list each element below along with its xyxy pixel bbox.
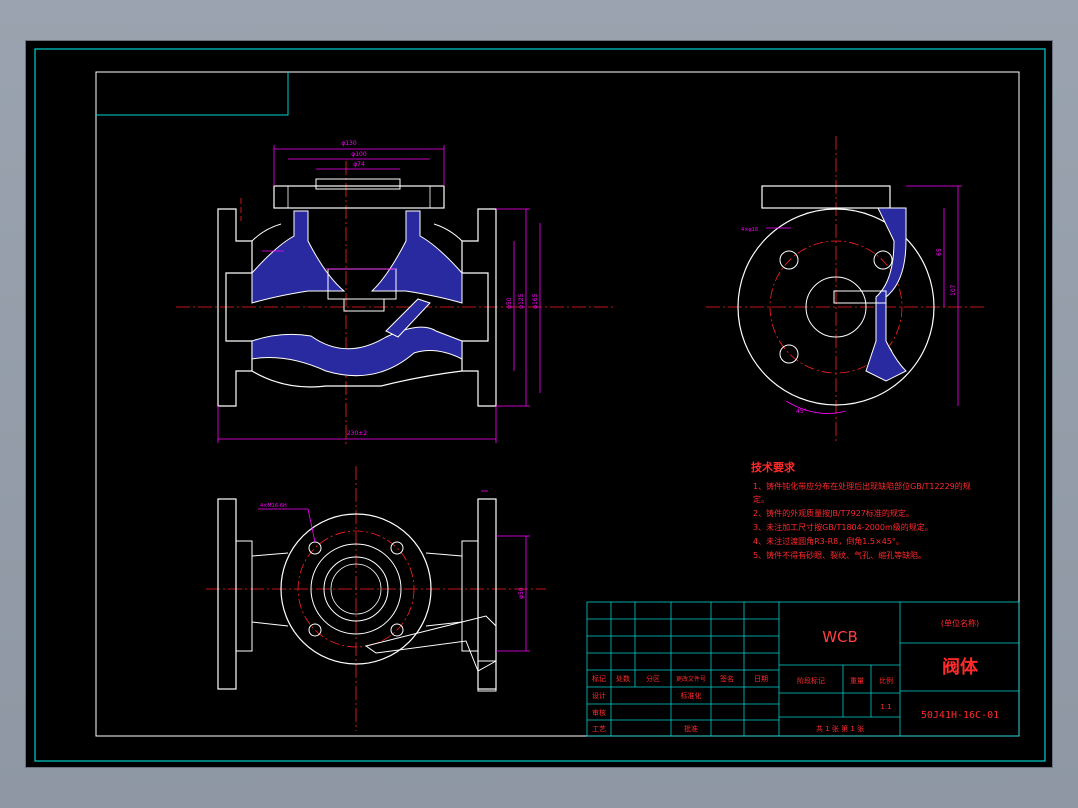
signature-header: 签名	[720, 674, 734, 683]
standardize-header: 标准化	[681, 691, 702, 700]
design-header: 设计	[592, 691, 606, 700]
dim-flange-dia: φ165	[532, 293, 539, 309]
title-block-text: WCB (单位名称) 阀体 50J41H-16C-01 共 1 张 第 1 张 …	[592, 618, 999, 733]
unit-name-label: (单位名称)	[941, 618, 979, 628]
dim-side-height: 65	[936, 248, 943, 256]
dim-top-2: φ100	[351, 151, 367, 158]
zone-header: 分区	[646, 674, 660, 683]
approve-header: 批准	[684, 724, 698, 733]
dim-overall-length: 230±2	[347, 430, 367, 437]
weight-label: 重量	[850, 677, 864, 685]
notes-title: 技术要求	[751, 460, 796, 474]
note-line-5: 4、未注过渡圆角R3-R8，倒角1.5×45°。	[753, 536, 904, 546]
plan-view: 4×M16-6H φ50	[206, 466, 546, 731]
process-header: 工艺	[592, 725, 606, 733]
part-name-label: 阀体	[942, 656, 979, 678]
label-box	[96, 72, 289, 116]
scale-label: 比例	[879, 676, 893, 685]
change-doc-header: 更改文件号	[676, 675, 706, 683]
drawing-number-label: 50J41H-16C-01	[921, 710, 999, 721]
dim-bolt-holes-side: 4×φ18	[741, 227, 758, 233]
note-line-2: 定。	[753, 494, 769, 504]
material-label: WCB	[822, 628, 858, 646]
dim-plan: φ50	[518, 587, 525, 599]
note-line-6: 5、铸件不得有砂眼、裂纹、气孔、缩孔等缺陷。	[753, 550, 926, 560]
front-view: φ130 φ100 φ74 230±2 φ165 φ125 φ50	[176, 140, 616, 446]
dim-flange-dia2: φ125	[518, 293, 525, 309]
dim-angle: 45°	[796, 408, 807, 415]
drawing-canvas[interactable]: φ130 φ100 φ74 230±2 φ165 φ125 φ50 107 65…	[25, 40, 1053, 768]
side-view: 107 65 4×φ18 45°	[706, 136, 986, 441]
dim-flange-dia3: φ50	[506, 297, 513, 309]
dim-top-width: φ130	[341, 140, 357, 147]
dim-side-height2: 107	[950, 284, 957, 296]
note-line-4: 3、未注加工尺寸按GB/T1804-2000m级的规定。	[753, 522, 933, 532]
date-header: 日期	[754, 675, 768, 683]
technical-notes: 技术要求 1、铸件钝化带应分布在处理后出现缺陷部位GB/T12229的规 定。 …	[751, 460, 971, 560]
dim-top-3: φ74	[353, 161, 365, 168]
stage-mark-label: 阶段标记	[797, 676, 825, 685]
sheet-info-label: 共 1 张 第 1 张	[816, 724, 864, 733]
scale-value: 1:1	[880, 703, 891, 711]
note-line-1: 1、铸件钝化带应分布在处理后出现缺陷部位GB/T12229的规	[753, 481, 971, 491]
dim-bolt-holes: 4×M16-6H	[260, 503, 287, 509]
mark-header: 标记	[592, 674, 606, 683]
note-line-3: 2、铸件的外观质量按JB/T7927标准的规定。	[753, 508, 914, 518]
count-header: 处数	[616, 674, 630, 683]
outer-border	[34, 48, 1046, 762]
review-header: 审核	[592, 708, 606, 717]
inner-border	[95, 71, 1020, 737]
